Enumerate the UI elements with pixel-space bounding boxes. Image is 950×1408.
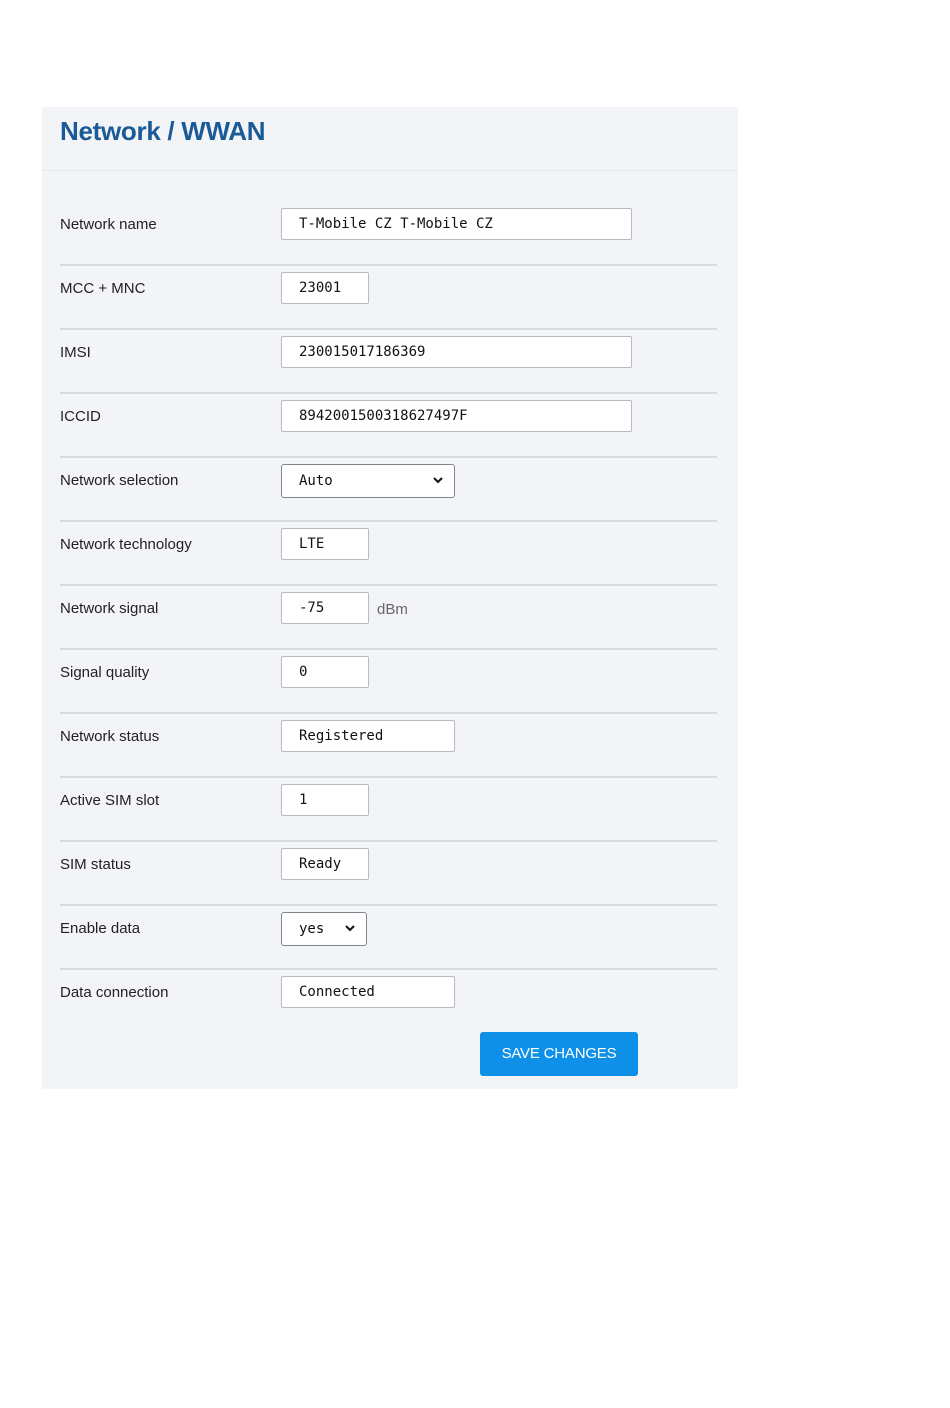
network-name-label: Network name [60,216,157,233]
row-network-status: Network status Registered [60,714,717,778]
mcc-mnc-field[interactable]: 23001 [281,272,369,304]
enable-data-value: yes [299,921,325,937]
iccid-label: ICCID [60,408,101,425]
enable-data-select[interactable]: yes [281,912,367,946]
network-technology-label: Network technology [60,536,192,553]
iccid-field[interactable]: 8942001500318627497F [281,400,632,432]
sim-status-field[interactable]: Ready [281,848,369,880]
signal-quality-field[interactable]: 0 [281,656,369,688]
network-name-field[interactable]: T-Mobile CZ T-Mobile CZ [281,208,632,240]
network-selection-select[interactable]: Auto [281,464,455,498]
row-signal-quality: Signal quality 0 [60,650,717,714]
imsi-field[interactable]: 230015017186369 [281,336,632,368]
active-sim-slot-label: Active SIM slot [60,792,160,809]
data-connection-field[interactable]: Connected [281,976,455,1008]
chevron-down-icon [345,925,355,932]
row-network-name: Network name T-Mobile CZ T-Mobile CZ [60,202,717,266]
row-sim-status: SIM status Ready [60,842,717,906]
panel-header: Network / WWAN [42,107,738,171]
signal-quality-label: Signal quality [60,664,150,681]
row-enable-data: Enable data yes [60,906,717,970]
network-selection-label: Network selection [60,472,179,489]
enable-data-label: Enable data [60,920,141,937]
settings-form: Network name T-Mobile CZ T-Mobile CZ MCC… [60,202,717,1032]
network-selection-value: Auto [299,473,333,489]
active-sim-slot-field[interactable]: 1 [281,784,369,816]
row-iccid: ICCID 8942001500318627497F [60,394,717,458]
imsi-label: IMSI [60,344,91,361]
network-technology-field[interactable]: LTE [281,528,369,560]
save-changes-button[interactable]: SAVE CHANGES [480,1032,638,1076]
sim-status-label: SIM status [60,856,131,873]
row-active-sim-slot: Active SIM slot 1 [60,778,717,842]
mcc-mnc-label: MCC + MNC [60,280,146,297]
row-network-technology: Network technology LTE [60,522,717,586]
row-imsi: IMSI 230015017186369 [60,330,717,394]
network-signal-label: Network signal [60,600,159,617]
chevron-down-icon [433,477,443,484]
network-signal-unit: dBm [377,601,408,618]
network-status-label: Network status [60,728,160,745]
data-connection-label: Data connection [60,984,169,1001]
row-data-connection: Data connection Connected [60,970,717,1032]
network-signal-field[interactable]: -75 [281,592,369,624]
wwan-panel: Network / WWAN Network name T-Mobile CZ … [42,107,738,1089]
network-status-field[interactable]: Registered [281,720,455,752]
row-mcc-mnc: MCC + MNC 23001 [60,266,717,330]
row-network-signal: Network signal -75 dBm [60,586,717,650]
row-network-selection: Network selection Auto [60,458,717,522]
page-title: Network / WWAN [60,116,266,146]
